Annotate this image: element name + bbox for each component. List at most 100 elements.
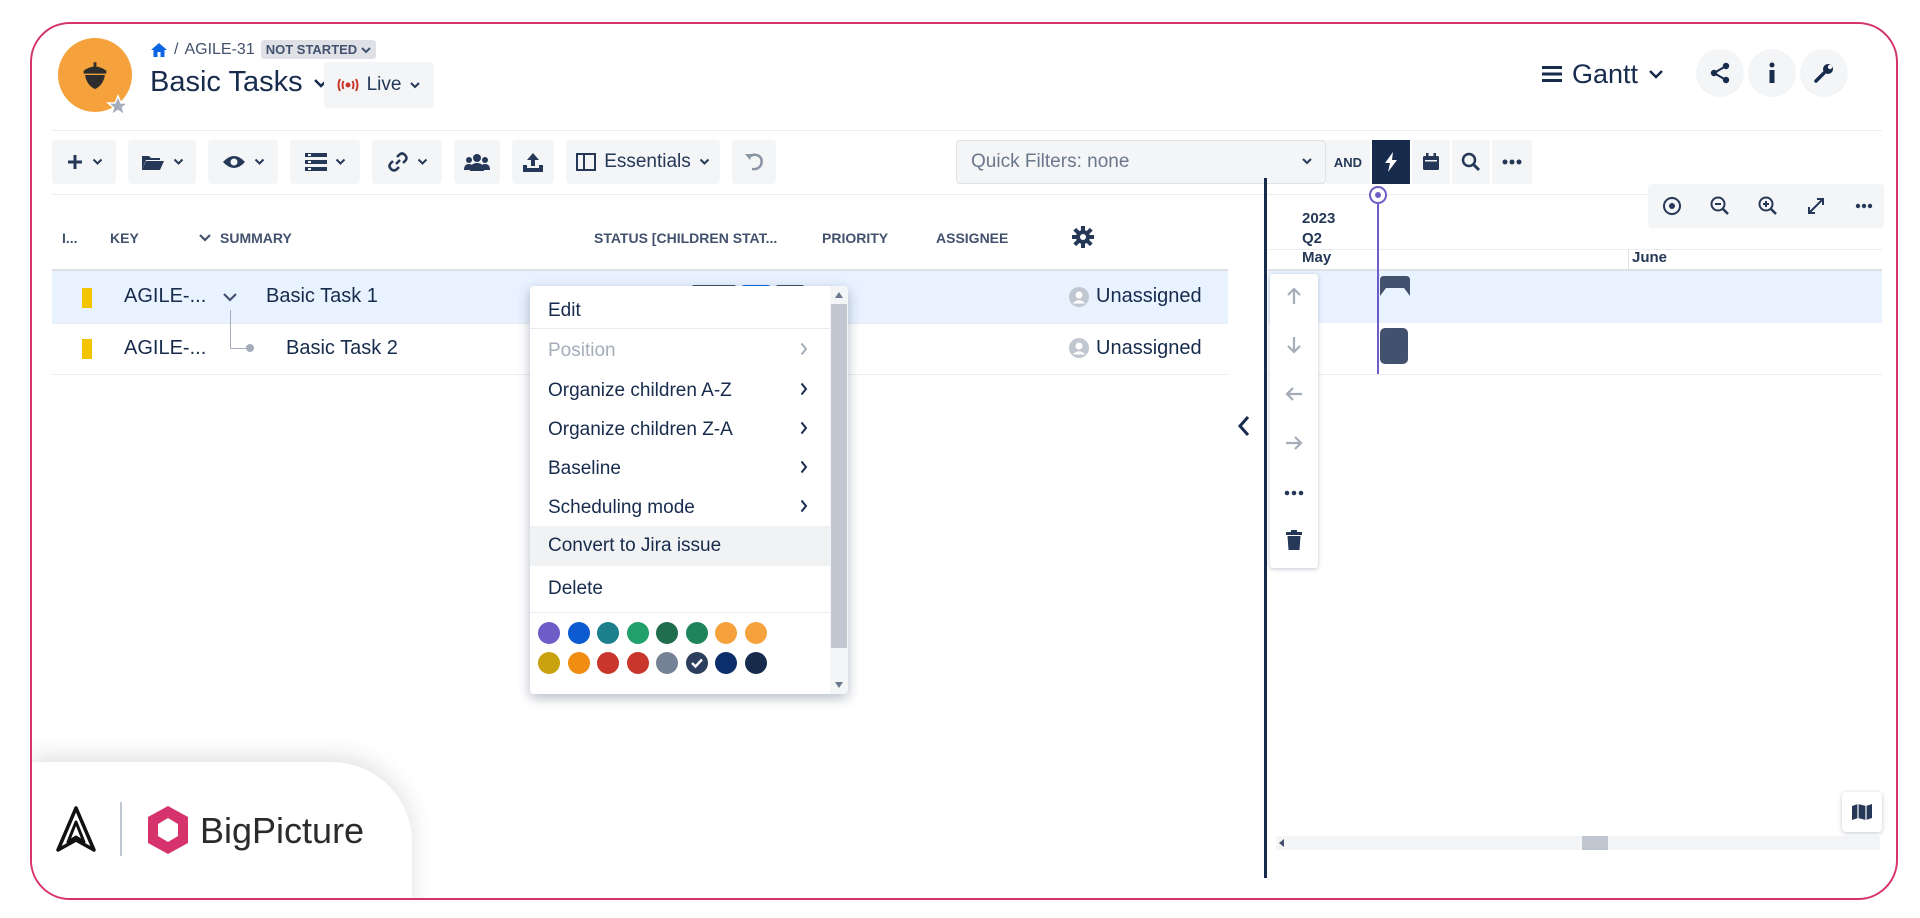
row-assignee[interactable]: Unassigned <box>1096 285 1202 308</box>
collapse-left-chevron-icon[interactable] <box>1236 414 1252 438</box>
color-swatch[interactable] <box>685 652 708 674</box>
more-toolbar-button[interactable] <box>1492 140 1532 184</box>
color-swatch[interactable] <box>567 652 590 674</box>
today-button[interactable] <box>1652 186 1692 226</box>
info-button[interactable] <box>1748 49 1796 97</box>
view-preset-select[interactable]: Essentials <box>566 140 720 184</box>
export-button[interactable] <box>512 140 554 184</box>
and-toggle[interactable]: AND <box>1326 140 1370 184</box>
menu-item-scheduling-mode[interactable]: Scheduling mode <box>530 485 830 531</box>
calendar-button[interactable] <box>1412 140 1450 184</box>
eye-icon <box>222 156 245 168</box>
chevron-right-icon <box>800 421 808 435</box>
home-icon[interactable] <box>150 42 168 58</box>
issue-type-marker <box>82 288 92 308</box>
status-badge[interactable]: NOT STARTED <box>260 40 377 59</box>
color-swatch[interactable] <box>656 652 678 674</box>
context-menu: Edit Position Organize children A-Z Orga… <box>530 286 848 694</box>
chevron-down-icon[interactable] <box>198 233 212 243</box>
breadcrumb-issue-key[interactable]: AGILE-31 <box>184 41 254 59</box>
scrollbar-thumb[interactable] <box>1582 836 1608 850</box>
color-swatch[interactable] <box>656 622 678 644</box>
check-icon <box>690 658 703 669</box>
color-swatch[interactable] <box>626 622 649 644</box>
scroll-left-arrow-icon[interactable] <box>1278 839 1286 847</box>
color-swatch[interactable] <box>744 622 767 644</box>
row-summary[interactable]: Basic Task 1 <box>266 285 378 308</box>
menu-item-label: Baseline <box>548 458 621 479</box>
column-header-assignee[interactable]: ASSIGNEE <box>936 230 1008 246</box>
color-swatch[interactable] <box>538 622 560 644</box>
share-button[interactable] <box>1696 49 1744 97</box>
column-header-id[interactable]: I... <box>62 230 78 246</box>
menu-item-convert-to-jira[interactable]: Convert to Jira issue <box>530 526 830 566</box>
column-settings-gear-icon[interactable] <box>1072 226 1094 248</box>
view-switcher[interactable]: Gantt <box>1542 54 1664 94</box>
column-header-priority[interactable]: PRIORITY <box>822 230 888 246</box>
color-swatch[interactable] <box>597 622 619 644</box>
gantt-panel-divider <box>1264 178 1267 878</box>
minimap-button[interactable] <box>1842 792 1882 832</box>
column-header-key[interactable]: KEY <box>110 230 139 246</box>
gantt-row-divider <box>1268 374 1882 375</box>
move-up-icon[interactable] <box>1284 286 1304 306</box>
quick-filters-placeholder: Quick Filters: none <box>971 151 1130 172</box>
add-button[interactable] <box>52 140 116 184</box>
chevron-right-icon <box>800 460 808 474</box>
color-swatch[interactable] <box>597 652 619 674</box>
view-options-button[interactable] <box>208 140 278 184</box>
row-key[interactable]: AGILE-... <box>124 285 206 308</box>
color-swatch[interactable] <box>715 652 737 674</box>
zoom-out-icon <box>1710 196 1729 215</box>
menu-scrollbar-thumb[interactable] <box>831 304 847 648</box>
structure-button[interactable] <box>290 140 360 184</box>
menu-icon <box>1542 66 1562 82</box>
menu-scrollbar[interactable] <box>830 286 848 694</box>
chevron-down-icon <box>92 158 102 165</box>
color-swatch[interactable] <box>715 622 737 644</box>
row-assignee[interactable]: Unassigned <box>1096 337 1202 360</box>
scroll-up-arrow-icon[interactable] <box>835 292 843 298</box>
move-down-icon[interactable] <box>1284 335 1304 355</box>
gantt-row-highlight <box>1268 271 1882 323</box>
color-swatch[interactable] <box>567 622 590 644</box>
color-swatch[interactable] <box>744 652 767 674</box>
fit-to-screen-button[interactable] <box>1796 186 1836 226</box>
settings-wrench-button[interactable] <box>1800 49 1848 97</box>
page-title-label: Basic Tasks <box>150 66 303 98</box>
zoom-in-button[interactable] <box>1748 186 1788 226</box>
favorite-star-icon[interactable] <box>106 94 130 118</box>
outdent-left-icon[interactable] <box>1284 384 1304 404</box>
quick-filters-select[interactable]: Quick Filters: none <box>956 140 1326 184</box>
scroll-down-arrow-icon[interactable] <box>835 682 843 688</box>
task-bar[interactable] <box>1380 328 1408 364</box>
chevron-down-icon[interactable] <box>222 292 238 303</box>
menu-item-label: Scheduling mode <box>548 497 695 518</box>
wrench-icon <box>1814 64 1833 83</box>
color-swatch[interactable] <box>626 652 649 674</box>
menu-item-delete[interactable]: Delete <box>530 566 830 612</box>
column-header-status[interactable]: STATUS [CHILDREN STAT... <box>594 230 777 246</box>
page-title[interactable]: Basic Tasks <box>150 66 329 99</box>
trash-icon[interactable] <box>1286 530 1302 550</box>
zoom-out-button[interactable] <box>1700 186 1740 226</box>
live-button[interactable]: Live <box>324 62 434 108</box>
gantt-horizontal-scrollbar[interactable] <box>1276 836 1880 850</box>
team-button[interactable] <box>454 140 500 184</box>
row-key[interactable]: AGILE-... <box>124 337 206 360</box>
parent-task-bar[interactable] <box>1380 276 1410 296</box>
timeline-more-button[interactable] <box>1844 186 1884 226</box>
folder-button[interactable] <box>128 140 196 184</box>
automation-button[interactable] <box>1372 140 1410 184</box>
undo-button[interactable] <box>732 140 776 184</box>
row-summary[interactable]: Basic Task 2 <box>286 337 398 360</box>
indent-right-icon[interactable] <box>1284 433 1304 453</box>
search-button[interactable] <box>1452 140 1490 184</box>
toolbar-divider <box>52 194 1882 195</box>
color-swatch[interactable] <box>685 622 708 644</box>
more-actions-icon[interactable] <box>1284 490 1304 496</box>
column-header-summary[interactable]: SUMMARY <box>198 230 292 246</box>
brand-name: BigPicture <box>200 810 365 851</box>
link-button[interactable] <box>372 140 442 184</box>
color-swatch[interactable] <box>538 652 560 674</box>
